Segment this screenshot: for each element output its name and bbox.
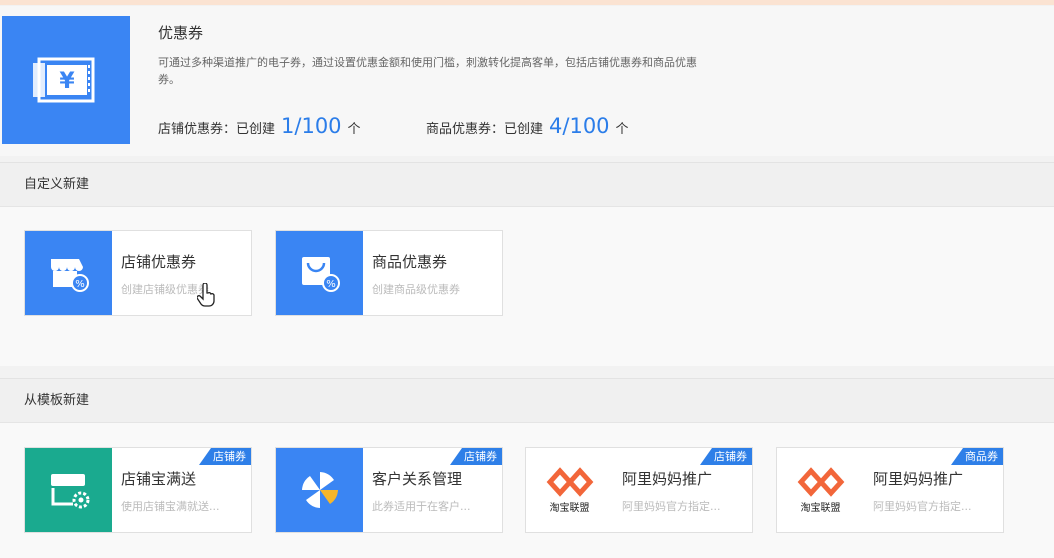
stat-label: 店铺优惠券：已创建 xyxy=(158,122,276,137)
page-description: 可通过多种渠道推广的电子券，通过设置优惠金额和使用门槛，刺激转化提高客单，包括店… xyxy=(158,56,697,86)
stat-unit: 个 xyxy=(347,122,361,137)
store-coupon-stat: 店铺优惠券：已创建 1/100 个 xyxy=(158,114,361,138)
pinwheel-icon xyxy=(276,448,363,532)
card-subtitle: 创建商品级优惠券 xyxy=(372,283,460,296)
card-name: 商品优惠券 xyxy=(372,253,448,271)
stat-label: 商品优惠券：已创建 xyxy=(426,122,544,137)
logo-text: 淘宝联盟 xyxy=(549,502,590,514)
card-subtitle: 阿里妈妈官方指定... xyxy=(622,500,721,513)
card-subtitle: 使用店铺宝满就送... xyxy=(121,500,220,513)
card-name: 店铺宝满送 xyxy=(121,470,197,488)
card-name: 阿里妈妈推广 xyxy=(873,470,964,488)
alimama-product-card[interactable]: 淘宝联盟 阿里妈妈推广 阿里妈妈官方指定... 商品券 xyxy=(776,447,1004,533)
product-coupon-card[interactable]: % 商品优惠券 创建商品级优惠券 xyxy=(275,230,503,316)
svg-text:%: % xyxy=(326,279,336,290)
logo-text: 淘宝联盟 xyxy=(800,502,841,514)
svg-text:%: % xyxy=(75,279,85,290)
stat-value: 4/100 xyxy=(549,114,610,138)
store-coupon-card[interactable]: % 店铺优惠券 创建店铺级优惠券 xyxy=(24,230,252,316)
alimama-store-card[interactable]: 淘宝联盟 阿里妈妈推广 阿里妈妈官方指定... 店铺券 xyxy=(525,447,753,533)
template-create-section: 从模板新建 店铺宝满送 使用店铺宝满就送... 店铺券 客户关系管理 此券适用于… xyxy=(0,378,1054,558)
top-strip xyxy=(0,0,1054,5)
card-subtitle: 此券适用于在客户... xyxy=(372,500,471,513)
crm-card[interactable]: 客户关系管理 此券适用于在客户... 店铺券 xyxy=(275,447,503,533)
stat-value: 1/100 xyxy=(281,114,342,138)
coupon-ticket-icon: ¥ xyxy=(2,16,130,144)
shop-bao-card[interactable]: 店铺宝满送 使用店铺宝满就送... 店铺券 xyxy=(24,447,252,533)
store-coupon-icon: % xyxy=(25,231,112,315)
svg-text:¥: ¥ xyxy=(59,69,75,94)
coupon-header: ¥ 优惠券 可通过多种渠道推广的电子券，通过设置优惠金额和使用门槛，刺激转化提高… xyxy=(0,6,1054,156)
custom-create-section: 自定义新建 % 店铺优惠券 创建店铺级优惠券 % 商品优惠券 创建商品级优惠券 xyxy=(0,162,1054,366)
taobao-union-logo: 淘宝联盟 xyxy=(777,448,864,532)
card-subtitle: 创建店铺级优惠券 xyxy=(121,283,209,296)
product-coupon-stat: 商品优惠券：已创建 4/100 个 xyxy=(426,114,629,138)
card-name: 阿里妈妈推广 xyxy=(622,470,713,488)
hand-cursor-icon xyxy=(197,283,215,307)
page-title: 优惠券 xyxy=(158,24,204,42)
taobao-union-logo: 淘宝联盟 xyxy=(526,448,613,532)
card-name: 店铺优惠券 xyxy=(121,253,197,271)
shop-gear-icon xyxy=(25,448,112,532)
card-subtitle: 阿里妈妈官方指定... xyxy=(873,500,972,513)
bag-coupon-icon: % xyxy=(276,231,363,315)
card-name: 客户关系管理 xyxy=(372,470,463,488)
section-title: 自定义新建 xyxy=(0,163,1054,207)
section-title: 从模板新建 xyxy=(0,379,1054,423)
stat-unit: 个 xyxy=(615,122,629,137)
